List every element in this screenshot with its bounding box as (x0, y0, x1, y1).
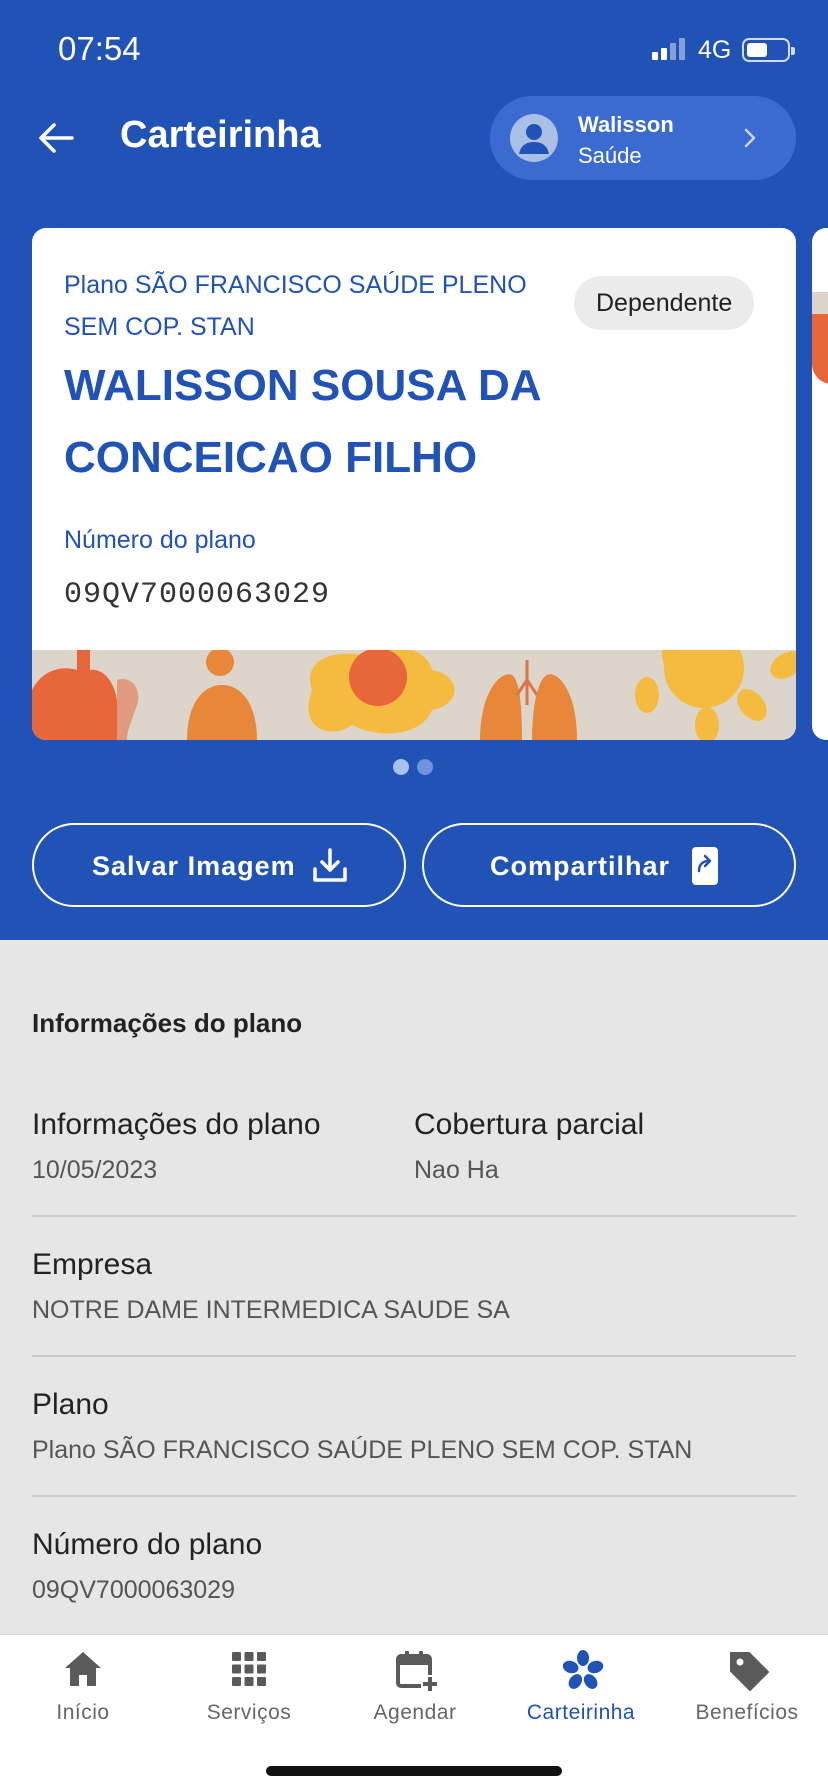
plan-number-value: 09QV7000063029 (32, 1576, 235, 1604)
network-type: 4G (698, 36, 732, 64)
divider (32, 1215, 796, 1217)
divider (32, 1495, 796, 1497)
grid-icon (232, 1652, 266, 1686)
card-plan-number-label: Número do plano (64, 526, 256, 554)
card-plan-name: Plano SÃO FRANCISCO SAÚDE PLENO SEM COP.… (64, 271, 527, 341)
share-phone-icon (692, 847, 718, 885)
profile-name: Walisson (578, 112, 674, 137)
divider (32, 1355, 796, 1357)
coverage-value: Nao Ha (414, 1156, 499, 1184)
coverage-label: Cobertura parcial (414, 1108, 645, 1141)
nav-card[interactable]: Carteirinha (498, 1635, 664, 1745)
page-title: Carteirinha (120, 114, 321, 156)
carousel-indicator (393, 759, 433, 775)
nav-home-label: Início (56, 1701, 110, 1724)
share-button[interactable]: Compartilhar (422, 823, 796, 907)
card-flower-icon (562, 1650, 604, 1689)
nav-schedule[interactable]: Agendar (332, 1635, 498, 1745)
carousel-dot-active (393, 759, 409, 775)
member-name: WALISSON SOUSA DA CONCEICAO FILHO (64, 361, 540, 482)
plan-info-date: 10/05/2023 (32, 1156, 158, 1184)
save-image-label: Salvar Imagem (92, 851, 296, 881)
calendar-add-icon (396, 1651, 439, 1693)
share-label: Compartilhar (490, 851, 671, 881)
signal-icon (652, 38, 685, 60)
carousel-dot (417, 759, 433, 775)
plan-number-label: Número do plano (32, 1528, 263, 1561)
status-time: 07:54 (58, 30, 141, 67)
section-title: Informações do plano (32, 1008, 303, 1038)
nav-services-label: Serviços (206, 1701, 292, 1724)
dependent-badge: Dependente (574, 276, 755, 330)
home-indicator (266, 1766, 562, 1776)
nav-schedule-label: Agendar (373, 1701, 457, 1724)
back-arrow-icon[interactable] (36, 118, 76, 158)
company-value: NOTRE DAME INTERMEDICA SAUDE SA (32, 1296, 510, 1324)
download-icon (313, 848, 347, 882)
nav-card-label: Carteirinha (526, 1701, 636, 1724)
nav-benefits-label: Benefícios (695, 1701, 799, 1724)
nav-services[interactable]: Serviços (166, 1635, 332, 1745)
member-card[interactable]: Plano SÃO FRANCISCO SAÚDE PLENO SEM COP.… (32, 228, 796, 740)
nav-home[interactable]: Início (0, 1635, 166, 1745)
avatar (510, 114, 558, 162)
card-plan-number: 09QV7000063029 (64, 578, 331, 612)
card-illustration (32, 650, 796, 740)
chevron-right-icon (744, 128, 756, 148)
user-icon (519, 124, 549, 154)
plan-value: Plano SÃO FRANCISCO SAÚDE PLENO SEM COP.… (32, 1436, 693, 1464)
next-card-peek[interactable] (812, 228, 828, 740)
home-icon (65, 1652, 101, 1686)
plan-label: Plano (32, 1388, 109, 1421)
nav-benefits[interactable]: Benefícios (664, 1635, 828, 1745)
tag-icon (730, 1652, 769, 1691)
battery-icon (742, 38, 795, 62)
profile-subtitle: Saúde (578, 143, 642, 168)
plan-info-label: Informações do plano (32, 1108, 321, 1141)
save-image-button[interactable]: Salvar Imagem (32, 823, 406, 907)
company-label: Empresa (32, 1248, 153, 1281)
